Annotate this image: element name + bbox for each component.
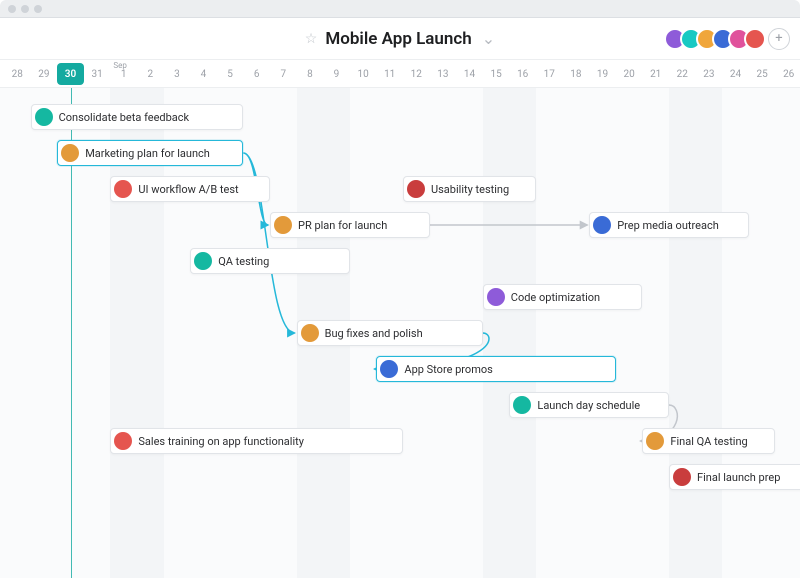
task-bar[interactable]: PR plan for launch [270,212,430,238]
date-cell[interactable]: 16 [509,60,536,88]
date-cell[interactable]: 3 [164,60,191,88]
date-cell[interactable]: 15 [483,60,510,88]
project-members: + [670,28,790,50]
date-cell[interactable]: 10 [350,60,377,88]
date-cell[interactable]: 28 [4,60,31,88]
task-label: Prep media outreach [617,219,719,232]
assignee-avatar [301,324,319,342]
assignee-avatar [673,468,691,486]
task-label: Final QA testing [670,435,747,448]
task-bar[interactable]: Code optimization [483,284,643,310]
date-cell[interactable]: 7 [270,60,297,88]
assignee-avatar [487,288,505,306]
date-cell[interactable]: 19 [589,60,616,88]
timeline-canvas[interactable]: Sep 282930311234567891011121314151617181… [0,60,800,578]
task-label: Final launch prep [697,471,780,484]
task-label: UI workflow A/B test [138,183,238,196]
assignee-avatar [114,180,132,198]
weekend-band [669,88,722,578]
member-avatar[interactable] [744,28,766,50]
task-bar[interactable]: Final QA testing [642,428,775,454]
date-axis: Sep 282930311234567891011121314151617181… [0,60,800,88]
task-label: Bug fixes and polish [325,327,423,340]
project-header: ☆ Mobile App Launch ⌄ + [0,18,800,60]
app-window: ☆ Mobile App Launch ⌄ + Sep 282930311234… [0,0,800,578]
date-cell[interactable]: 17 [536,60,563,88]
star-icon[interactable]: ☆ [305,31,318,47]
date-cell[interactable]: 20 [616,60,643,88]
date-cell[interactable]: 21 [642,60,669,88]
chevron-down-icon[interactable]: ⌄ [482,29,495,48]
date-cell[interactable]: 5 [217,60,244,88]
assignee-avatar [194,252,212,270]
date-cell[interactable]: 23 [696,60,723,88]
task-bar[interactable]: QA testing [190,248,350,274]
assignee-avatar [646,432,664,450]
task-label: Consolidate beta feedback [59,111,190,124]
date-cell[interactable]: 18 [563,60,590,88]
task-label: Usability testing [431,183,509,196]
assignee-avatar [274,216,292,234]
date-cell[interactable]: 6 [243,60,270,88]
date-cell[interactable]: 14 [456,60,483,88]
task-bar[interactable]: Consolidate beta feedback [31,104,244,130]
date-cell[interactable]: 1 [110,60,137,88]
task-label: Marketing plan for launch [85,147,210,160]
window-close-dot[interactable] [8,5,16,13]
task-label: QA testing [218,255,269,268]
date-cell[interactable]: 11 [376,60,403,88]
date-cell[interactable]: 9 [323,60,350,88]
date-cell[interactable]: 31 [84,60,111,88]
task-bar[interactable]: Final launch prep [669,464,800,490]
task-bar[interactable]: UI workflow A/B test [110,176,270,202]
date-cell[interactable]: 2 [137,60,164,88]
task-bar[interactable]: Bug fixes and polish [297,320,483,346]
date-cell[interactable]: 12 [403,60,430,88]
assignee-avatar [380,360,398,378]
date-cell[interactable]: 29 [31,60,58,88]
assignee-avatar [114,432,132,450]
project-title: Mobile App Launch [325,29,471,49]
task-bar[interactable]: App Store promos [376,356,615,382]
task-bar[interactable]: Launch day schedule [509,392,669,418]
task-label: Sales training on app functionality [138,435,304,448]
assignee-avatar [513,396,531,414]
date-cell[interactable]: 13 [430,60,457,88]
add-member-button[interactable]: + [768,28,790,50]
date-cell[interactable]: 4 [190,60,217,88]
date-cell[interactable]: 24 [722,60,749,88]
task-label: PR plan for launch [298,219,387,232]
date-cell[interactable]: 8 [297,60,324,88]
date-cell[interactable]: 30 [57,63,84,85]
task-bar[interactable]: Prep media outreach [589,212,749,238]
date-cell[interactable]: 26 [775,60,800,88]
assignee-avatar [61,144,79,162]
assignee-avatar [35,108,53,126]
task-bar[interactable]: Usability testing [403,176,536,202]
assignee-avatar [407,180,425,198]
window-titlebar [0,0,800,18]
task-bar[interactable]: Sales training on app functionality [110,428,403,454]
task-bar[interactable]: Marketing plan for launch [57,140,243,166]
date-cell[interactable]: 25 [749,60,776,88]
window-minimize-dot[interactable] [21,5,29,13]
task-label: Code optimization [511,291,600,304]
window-zoom-dot[interactable] [34,5,42,13]
task-label: App Store promos [404,363,492,376]
assignee-avatar [593,216,611,234]
task-label: Launch day schedule [537,399,640,412]
weekend-band [483,88,536,578]
date-cell[interactable]: 22 [669,60,696,88]
